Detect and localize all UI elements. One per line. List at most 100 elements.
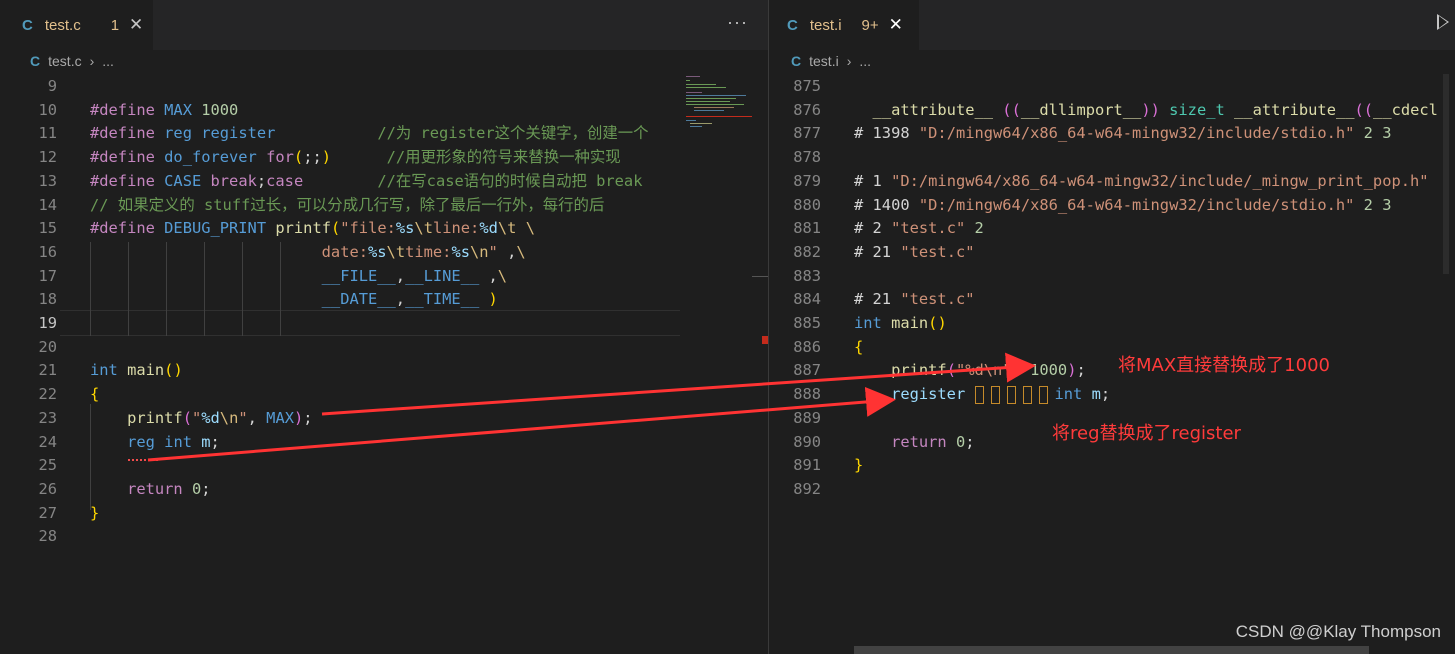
line-number: 891 <box>793 456 821 475</box>
code-line[interactable]: 21 int main() <box>0 358 768 382</box>
line-number: 19 <box>38 314 57 332</box>
line-number: 17 <box>38 266 57 285</box>
code-line[interactable]: 879 # 1 "D:/mingw64/x86_64-w64-mingw32/in… <box>769 169 1455 193</box>
more-actions-icon[interactable]: ··· <box>727 12 748 33</box>
tab-test-i[interactable]: C test.i 9+ ✕ <box>769 0 919 50</box>
code-text: } <box>90 503 100 522</box>
code-text: # 21 "test.c" <box>854 242 975 261</box>
code-text: # 1400 "D:/mingw64/x86_64-w64-mingw32/in… <box>854 195 1392 214</box>
right-tab-bar: C test.i 9+ ✕ <box>769 0 1455 50</box>
line-number: 22 <box>38 385 57 404</box>
code-line[interactable]: 12 #define do_forever for(;;) //用更形象的符号来替… <box>0 145 768 169</box>
line-number: 24 <box>38 432 57 451</box>
breadcrumb: C test.c › ... <box>0 50 768 72</box>
code-line[interactable]: 14 // 如果定义的 stuff过长，可以分成几行写，除了最后一行外，每行的后 <box>0 193 768 217</box>
line-number: 888 <box>793 385 821 404</box>
line-number: 15 <box>38 219 57 238</box>
code-line[interactable]: 18 __DATE__,__TIME__ ) <box>0 287 768 311</box>
line-number: 18 <box>38 290 57 309</box>
line-number: 880 <box>793 195 821 214</box>
indent-guide <box>90 242 91 336</box>
line-number: 879 <box>793 171 821 190</box>
vertical-scrollbar[interactable] <box>752 74 768 654</box>
vertical-scrollbar[interactable] <box>1443 74 1449 274</box>
code-line[interactable]: 13 #define CASE break;case //在写case语句的时候自… <box>0 169 768 193</box>
code-line[interactable]: 885 int main() <box>769 311 1455 335</box>
problem-count-badge: 1 <box>110 16 120 34</box>
breadcrumb-file[interactable]: test.c <box>48 53 81 69</box>
c-file-icon: C <box>22 16 33 34</box>
code-text: int main() <box>90 361 183 380</box>
code-text: register int m; <box>891 385 1111 404</box>
code-line[interactable]: 875 <box>769 74 1455 98</box>
run-icon[interactable] <box>1437 14 1449 30</box>
indent-guide <box>204 242 205 336</box>
code-line[interactable]: 23 printf("%d\n", MAX); <box>0 406 768 430</box>
code-text: { <box>854 337 864 356</box>
code-text: # 1398 "D:/mingw64/x86_64-w64-mingw32/in… <box>854 124 1392 143</box>
code-line[interactable]: 11 #define reg register //为 register这个关键字… <box>0 121 768 145</box>
line-number: 892 <box>793 479 821 498</box>
left-editor-pane: C test.c 1 ✕ ··· C test.c › ... 9 10 #defi… <box>0 0 769 654</box>
line-number: 876 <box>793 100 821 119</box>
line-number: 16 <box>38 242 57 261</box>
close-icon[interactable]: ✕ <box>129 15 143 35</box>
code-text: #define CASE break;case //在写case语句的时候自动把… <box>90 171 643 190</box>
code-line[interactable]: 9 <box>0 74 768 98</box>
code-line[interactable]: 891} <box>769 453 1455 477</box>
code-line[interactable]: 883 <box>769 264 1455 288</box>
code-line[interactable]: 10 #define MAX 1000 <box>0 98 768 122</box>
breadcrumb-symbols[interactable]: ... <box>859 53 871 69</box>
line-number: 27 <box>38 503 57 522</box>
code-line[interactable]: 884 # 21 "test.c" <box>769 287 1455 311</box>
tab-test-c[interactable]: C test.c 1 ✕ <box>0 0 153 50</box>
code-line[interactable]: 876 __attribute__ ((__dllimport__)) size… <box>769 98 1455 122</box>
code-text: __DATE__,__TIME__ ) <box>321 290 498 309</box>
code-line[interactable]: 28 <box>0 524 768 548</box>
code-line[interactable]: 16 date:%s\ttime:%s\n" ,\ <box>0 240 768 264</box>
code-line[interactable]: 20 <box>0 335 768 359</box>
code-line[interactable]: 892 <box>769 477 1455 501</box>
code-text: #define reg register //为 register这个关键字，创… <box>90 124 649 143</box>
close-icon[interactable]: ✕ <box>889 15 903 35</box>
breadcrumb-symbols[interactable]: ... <box>102 53 114 69</box>
code-line[interactable]: 19 <box>0 311 768 335</box>
line-number: 889 <box>793 408 821 427</box>
code-line[interactable]: 877 # 1398 "D:/mingw64/x86_64-w64-mingw32… <box>769 121 1455 145</box>
line-number: 875 <box>793 77 821 95</box>
code-line[interactable]: 886 { <box>769 335 1455 359</box>
error-squiggle <box>128 456 158 461</box>
error-marker <box>762 336 768 344</box>
code-text: printf("%d\n", MAX); <box>127 408 313 427</box>
code-line[interactable]: 15 #define DEBUG_PRINT printf("file:%s\tl… <box>0 216 768 240</box>
line-number: 890 <box>793 432 821 451</box>
line-number: 881 <box>793 219 821 238</box>
line-number: 20 <box>38 337 57 356</box>
line-number: 877 <box>793 124 821 143</box>
code-line[interactable]: 26 return 0; <box>0 477 768 501</box>
code-line[interactable]: 888 register int m; <box>769 382 1455 406</box>
code-line[interactable]: 24 reg int m; <box>0 430 768 454</box>
line-number: 23 <box>38 408 57 427</box>
line-number: 21 <box>38 361 57 380</box>
minimap[interactable] <box>684 74 752 132</box>
line-number: 878 <box>793 148 821 167</box>
code-line[interactable]: 880 # 1400 "D:/mingw64/x86_64-w64-mingw32… <box>769 193 1455 217</box>
code-line[interactable]: 882 # 21 "test.c" <box>769 240 1455 264</box>
code-line[interactable]: 887 printf("%d\n", 1000); <box>769 358 1455 382</box>
code-text: return 0; <box>127 479 211 498</box>
code-line[interactable]: 22 { <box>0 382 768 406</box>
line-number: 25 <box>38 456 57 475</box>
code-line[interactable]: 27} <box>0 501 768 525</box>
c-file-icon: C <box>791 53 802 69</box>
code-line[interactable]: 881 # 2 "test.c" 2 <box>769 216 1455 240</box>
code-line[interactable]: 25 <box>0 453 768 477</box>
code-line[interactable]: 878 <box>769 145 1455 169</box>
indent-guide <box>166 242 167 336</box>
watermark: CSDN @@Klay Thompson <box>1235 622 1441 641</box>
code-text: printf("%d\n", 1000); <box>891 361 1086 380</box>
code-text: return 0; <box>891 432 975 451</box>
horizontal-scrollbar[interactable] <box>854 646 1369 654</box>
breadcrumb-file[interactable]: test.i <box>809 53 839 69</box>
code-line[interactable]: 17 __FILE__,__LINE__ ,\ <box>0 264 768 288</box>
